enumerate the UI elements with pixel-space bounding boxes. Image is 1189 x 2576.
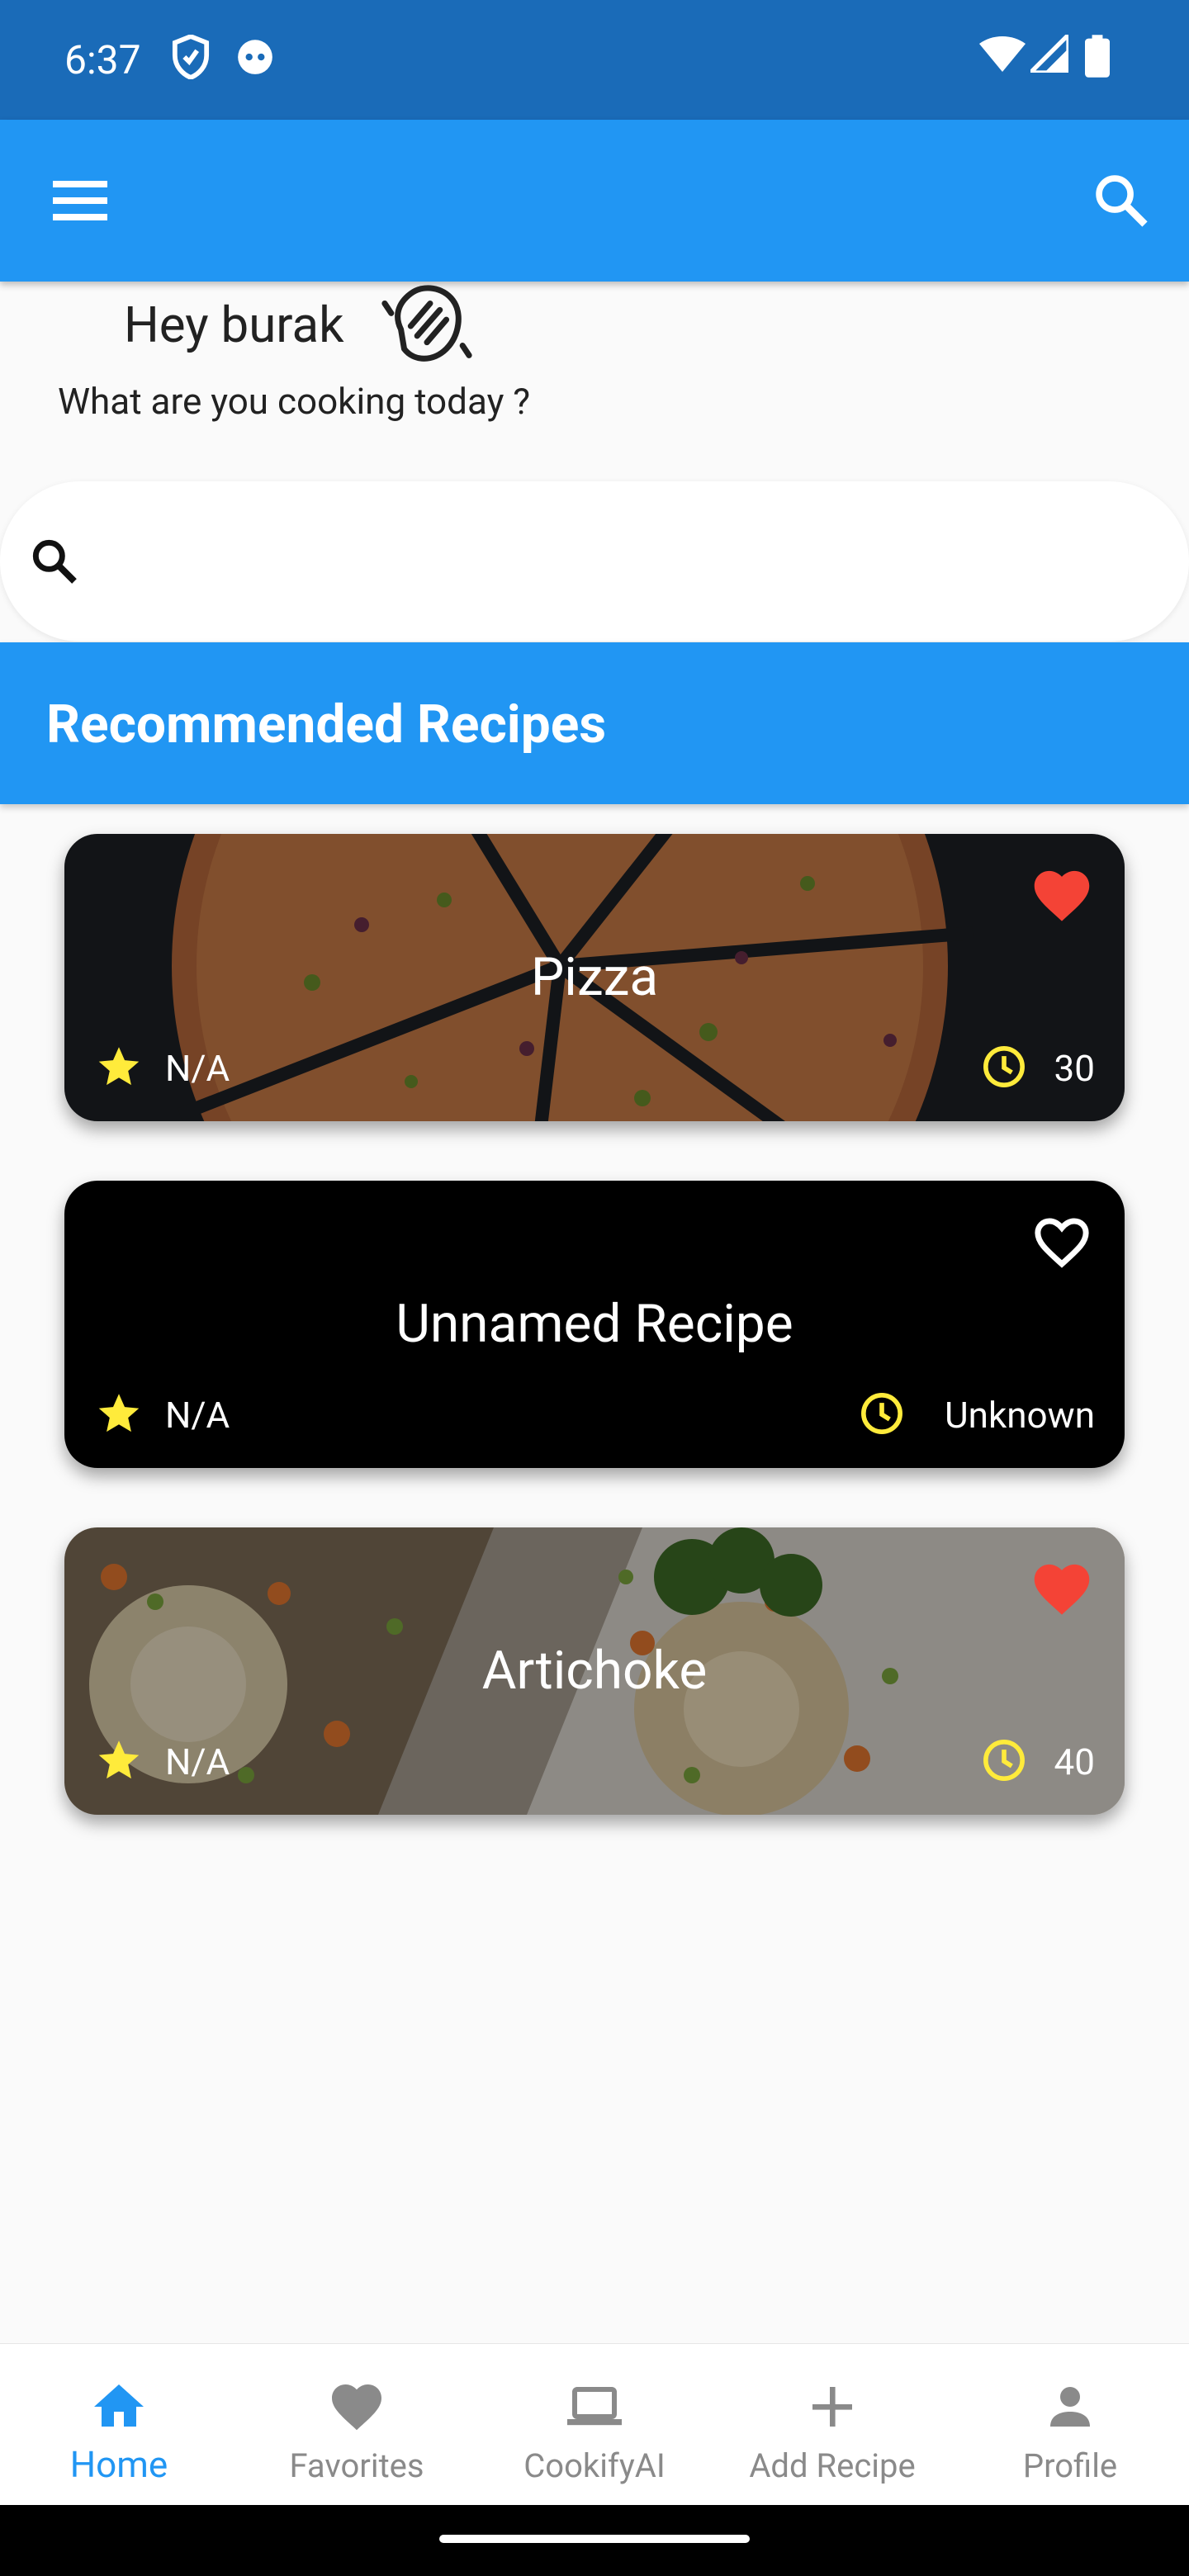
shield-icon [172, 35, 210, 79]
clock-icon [983, 1740, 1025, 1781]
waving-hand-icon [381, 285, 472, 362]
heart-icon [332, 2384, 381, 2431]
menu-icon[interactable] [53, 178, 107, 224]
recipe-name: Artichoke [481, 1640, 708, 1702]
wifi-icon [979, 36, 1026, 72]
search-icon [32, 539, 77, 584]
nav-favorites[interactable]: Favorites [238, 2344, 476, 2506]
search-input[interactable] [99, 514, 1135, 607]
cooking-question: What are you cooking today ? [58, 380, 531, 423]
search-bar [0, 481, 1189, 642]
recipe-time: Unknown [945, 1394, 1095, 1437]
cell-signal-icon [1030, 35, 1068, 73]
heart-filled-icon[interactable] [1030, 865, 1093, 925]
nav-label: Favorites [289, 2446, 424, 2485]
star-icon [98, 1740, 140, 1779]
recipe-name: Pizza [530, 946, 659, 1008]
bottom-navigation: Home Favorites CookifyAI Add Recipe Prof… [0, 2343, 1189, 2506]
heart-outline-icon[interactable] [1030, 1212, 1093, 1271]
app-bar [0, 120, 1189, 282]
nav-add-recipe[interactable]: Add Recipe [713, 2344, 951, 2506]
status-bar: 6:37 [0, 0, 1189, 120]
nav-label: Profile [1022, 2446, 1118, 2485]
nav-label: Home [69, 2443, 168, 2486]
system-nav-bar [0, 2505, 1189, 2576]
recipe-rating: N/A [165, 1394, 230, 1437]
app-notification-icon [238, 40, 272, 74]
recipe-card[interactable]: Artichoke N/A 40 [64, 1527, 1125, 1815]
recommended-header: Recommended Recipes [0, 642, 1189, 804]
battery-icon [1085, 35, 1110, 78]
person-icon [1050, 2387, 1090, 2427]
home-gesture-handle[interactable] [439, 2535, 750, 2543]
nav-home[interactable]: Home [0, 2344, 238, 2506]
search-icon[interactable] [1090, 169, 1153, 232]
clock-icon [983, 1046, 1025, 1087]
nav-label: Add Recipe [749, 2446, 916, 2485]
clock-icon [861, 1393, 902, 1434]
status-time: 6:37 [64, 36, 141, 83]
recipe-rating: N/A [165, 1047, 230, 1090]
laptop-icon [567, 2387, 622, 2426]
recipe-name: Unnamed Recipe [396, 1293, 793, 1355]
star-icon [98, 1047, 140, 1086]
recipe-time: 30 [1054, 1047, 1095, 1090]
heart-filled-icon[interactable] [1030, 1559, 1093, 1618]
recipe-rating: N/A [165, 1740, 230, 1783]
plus-icon [812, 2387, 852, 2427]
section-title: Recommended Recipes [46, 694, 607, 755]
star-icon [98, 1394, 140, 1432]
recipe-time: 40 [1054, 1740, 1095, 1783]
nav-profile[interactable]: Profile [951, 2344, 1189, 2506]
nav-cookifyai[interactable]: CookifyAI [476, 2344, 713, 2506]
nav-label: CookifyAI [523, 2446, 666, 2485]
recipe-card[interactable]: Unnamed Recipe N/A Unknown [64, 1181, 1125, 1468]
recipe-card[interactable]: Pizza N/A 30 [64, 834, 1125, 1121]
greeting-text: Hey burak [124, 296, 344, 354]
home-icon [94, 2384, 144, 2427]
